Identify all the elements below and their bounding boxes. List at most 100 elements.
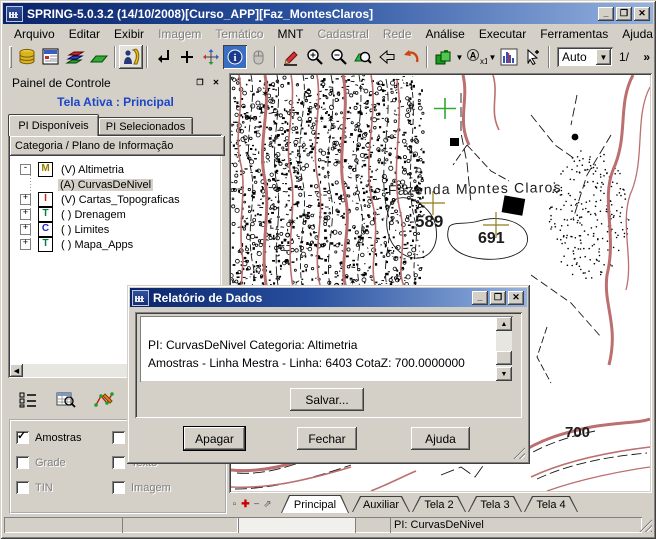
checkbox-box[interactable] (16, 456, 29, 469)
vector-edit-button[interactable] (87, 45, 111, 69)
farm-name-label: Fazenda Montes Claros (388, 179, 562, 198)
tree-column-header[interactable]: Categoria / Plano de Informação (10, 136, 225, 156)
report-text-area[interactable]: PI: CurvasDeNivel Categoria: Altimetria … (140, 316, 513, 382)
tab-pi-disponiveis[interactable]: PI Disponíveis (8, 114, 99, 136)
salvar-button[interactable]: Salvar... (290, 388, 364, 411)
tab-label: Tela 3 (469, 497, 521, 512)
checkbox-box[interactable] (112, 481, 125, 494)
close-button[interactable]: ✕ (634, 7, 650, 21)
ajuda-button[interactable]: Ajuda (411, 427, 470, 450)
menu-arquivo[interactable]: Arquivo (7, 25, 62, 43)
visual-list-button[interactable] (14, 387, 42, 413)
dialog-minimize-button[interactable]: _ (472, 291, 488, 305)
histogram-button[interactable] (497, 45, 521, 69)
menu-mnt[interactable]: MNT (270, 25, 310, 43)
tree-row-drenagem[interactable]: + T ( ) Drenagem (12, 207, 218, 222)
panel-close-button[interactable]: ✕ (209, 77, 223, 90)
dialog-close-button[interactable]: ✕ (508, 291, 524, 305)
checkbox-amostras[interactable]: ✓ Amostras (16, 431, 81, 444)
checkbox-box[interactable]: ✓ (16, 431, 29, 444)
fechar-button[interactable]: Fechar (297, 427, 357, 450)
expand-icon[interactable]: + (20, 239, 31, 250)
edit-vector-button[interactable] (90, 387, 118, 413)
checkbox-box[interactable] (112, 456, 125, 469)
screen-window-icon[interactable]: ▫ (229, 497, 240, 511)
menu-analise[interactable]: Análise (419, 25, 472, 43)
zoom-region-button[interactable] (351, 45, 375, 69)
checkbox-box[interactable] (112, 431, 125, 444)
toolbar-overflow-chevron[interactable]: » (643, 50, 650, 64)
pan-button[interactable] (199, 45, 223, 69)
scale-combobox[interactable]: Auto ▼ (557, 47, 613, 67)
zoom-in-button[interactable] (303, 45, 327, 69)
combo-dropdown-icon[interactable]: ▼ (596, 49, 611, 65)
report-vertical-scrollbar[interactable]: ▲ ▼ (496, 317, 512, 381)
minimize-button[interactable]: _ (598, 7, 614, 21)
layers-button[interactable] (63, 45, 87, 69)
panel-float-button[interactable]: ❐ (193, 77, 207, 90)
cursor-info-button[interactable] (521, 45, 545, 69)
apagar-button[interactable]: Apagar (184, 427, 245, 450)
menu-executar[interactable]: Executar (472, 25, 533, 43)
status-section-3 (238, 517, 356, 533)
add-point-button[interactable] (175, 45, 199, 69)
maximize-button[interactable]: ❐ (616, 7, 632, 21)
collapse-icon[interactable]: - (20, 164, 31, 175)
checkbox-box[interactable] (16, 481, 29, 494)
tree-row-cartas-topograficas[interactable]: + I (V) Cartas_Topograficas (12, 192, 218, 207)
checkbox-tin[interactable]: TIN (16, 481, 53, 494)
toolbar-separator (548, 46, 550, 68)
zoom-out-button[interactable] (327, 45, 351, 69)
scroll-up-icon[interactable]: ▲ (496, 317, 512, 331)
text-scale-button[interactable]: Ax1 (464, 45, 488, 69)
attribute-table-button[interactable] (52, 387, 80, 413)
previous-view-button[interactable] (375, 45, 399, 69)
expand-icon[interactable]: + (20, 209, 31, 220)
tab-tela-2[interactable]: Tela 2 (412, 496, 466, 512)
expand-icon[interactable]: + (20, 194, 31, 205)
scroll-down-icon[interactable]: ▼ (496, 367, 512, 381)
tree-row-altimetria[interactable]: - M (V) Altimetria (12, 162, 218, 177)
thematic-category-icon: T (38, 237, 53, 252)
menu-imagem: Imagem (151, 25, 208, 43)
svg-text:x1: x1 (480, 57, 487, 66)
info-tool-button[interactable]: i (223, 45, 247, 69)
recompose-button[interactable] (399, 45, 423, 69)
composition-caret[interactable]: ▼ (455, 53, 464, 62)
tree-row-limites[interactable]: + C ( ) Limites (12, 222, 218, 237)
menu-editar[interactable]: Editar (62, 25, 107, 43)
expand-icon[interactable]: + (20, 224, 31, 235)
tree-row-mapa-apps[interactable]: + T ( ) Mapa_Apps (12, 237, 218, 252)
remove-screen-icon[interactable]: − (251, 497, 262, 511)
add-screen-icon[interactable]: ✚ (240, 497, 251, 511)
tab-tela-3[interactable]: Tela 3 (468, 496, 522, 512)
checkbox-imagem[interactable]: Imagem (112, 481, 171, 494)
enter-edit-button[interactable] (151, 45, 175, 69)
tab-auxiliar[interactable]: Auxiliar (352, 496, 410, 512)
title-bar[interactable]: SPRING-5.0.3.2 (14/10/2008)[Curso_APP][F… (3, 3, 653, 24)
tab-principal[interactable]: Principal (281, 495, 349, 513)
database-button[interactable] (15, 45, 39, 69)
menu-exibir[interactable]: Exibir (107, 25, 151, 43)
scroll-left-icon[interactable]: ◀ (10, 364, 23, 377)
dialog-maximize-button[interactable]: ❐ (490, 291, 506, 305)
dialog-resize-grip[interactable] (512, 446, 525, 459)
detach-screen-icon[interactable]: ⇗ (262, 497, 273, 511)
tab-tela-4[interactable]: Tela 4 (524, 496, 578, 512)
acquisition-button[interactable] (119, 45, 143, 69)
composition-button[interactable] (431, 45, 455, 69)
button-label: Ajuda (425, 432, 456, 446)
status-pi-label: PI: CurvasDeNivel (394, 519, 484, 531)
tree-row-curvasdenivel[interactable]: (A) CurvasDeNivel (12, 177, 218, 192)
erase-button[interactable] (279, 45, 303, 69)
register-icon (41, 47, 61, 67)
scroll-thumb[interactable] (496, 351, 512, 365)
dialog-title-bar[interactable]: Relatório de Dados _ ❐ ✕ (130, 288, 527, 307)
mouse-tool-button[interactable] (247, 45, 271, 69)
register-button[interactable] (39, 45, 63, 69)
menu-ajuda[interactable]: Ajuda (615, 25, 656, 43)
menu-ferramentas[interactable]: Ferramentas (533, 25, 615, 43)
text-scale-caret[interactable]: ▼ (488, 53, 497, 62)
toolbar-grip[interactable] (9, 46, 12, 68)
checkbox-grade[interactable]: Grade (16, 456, 66, 469)
